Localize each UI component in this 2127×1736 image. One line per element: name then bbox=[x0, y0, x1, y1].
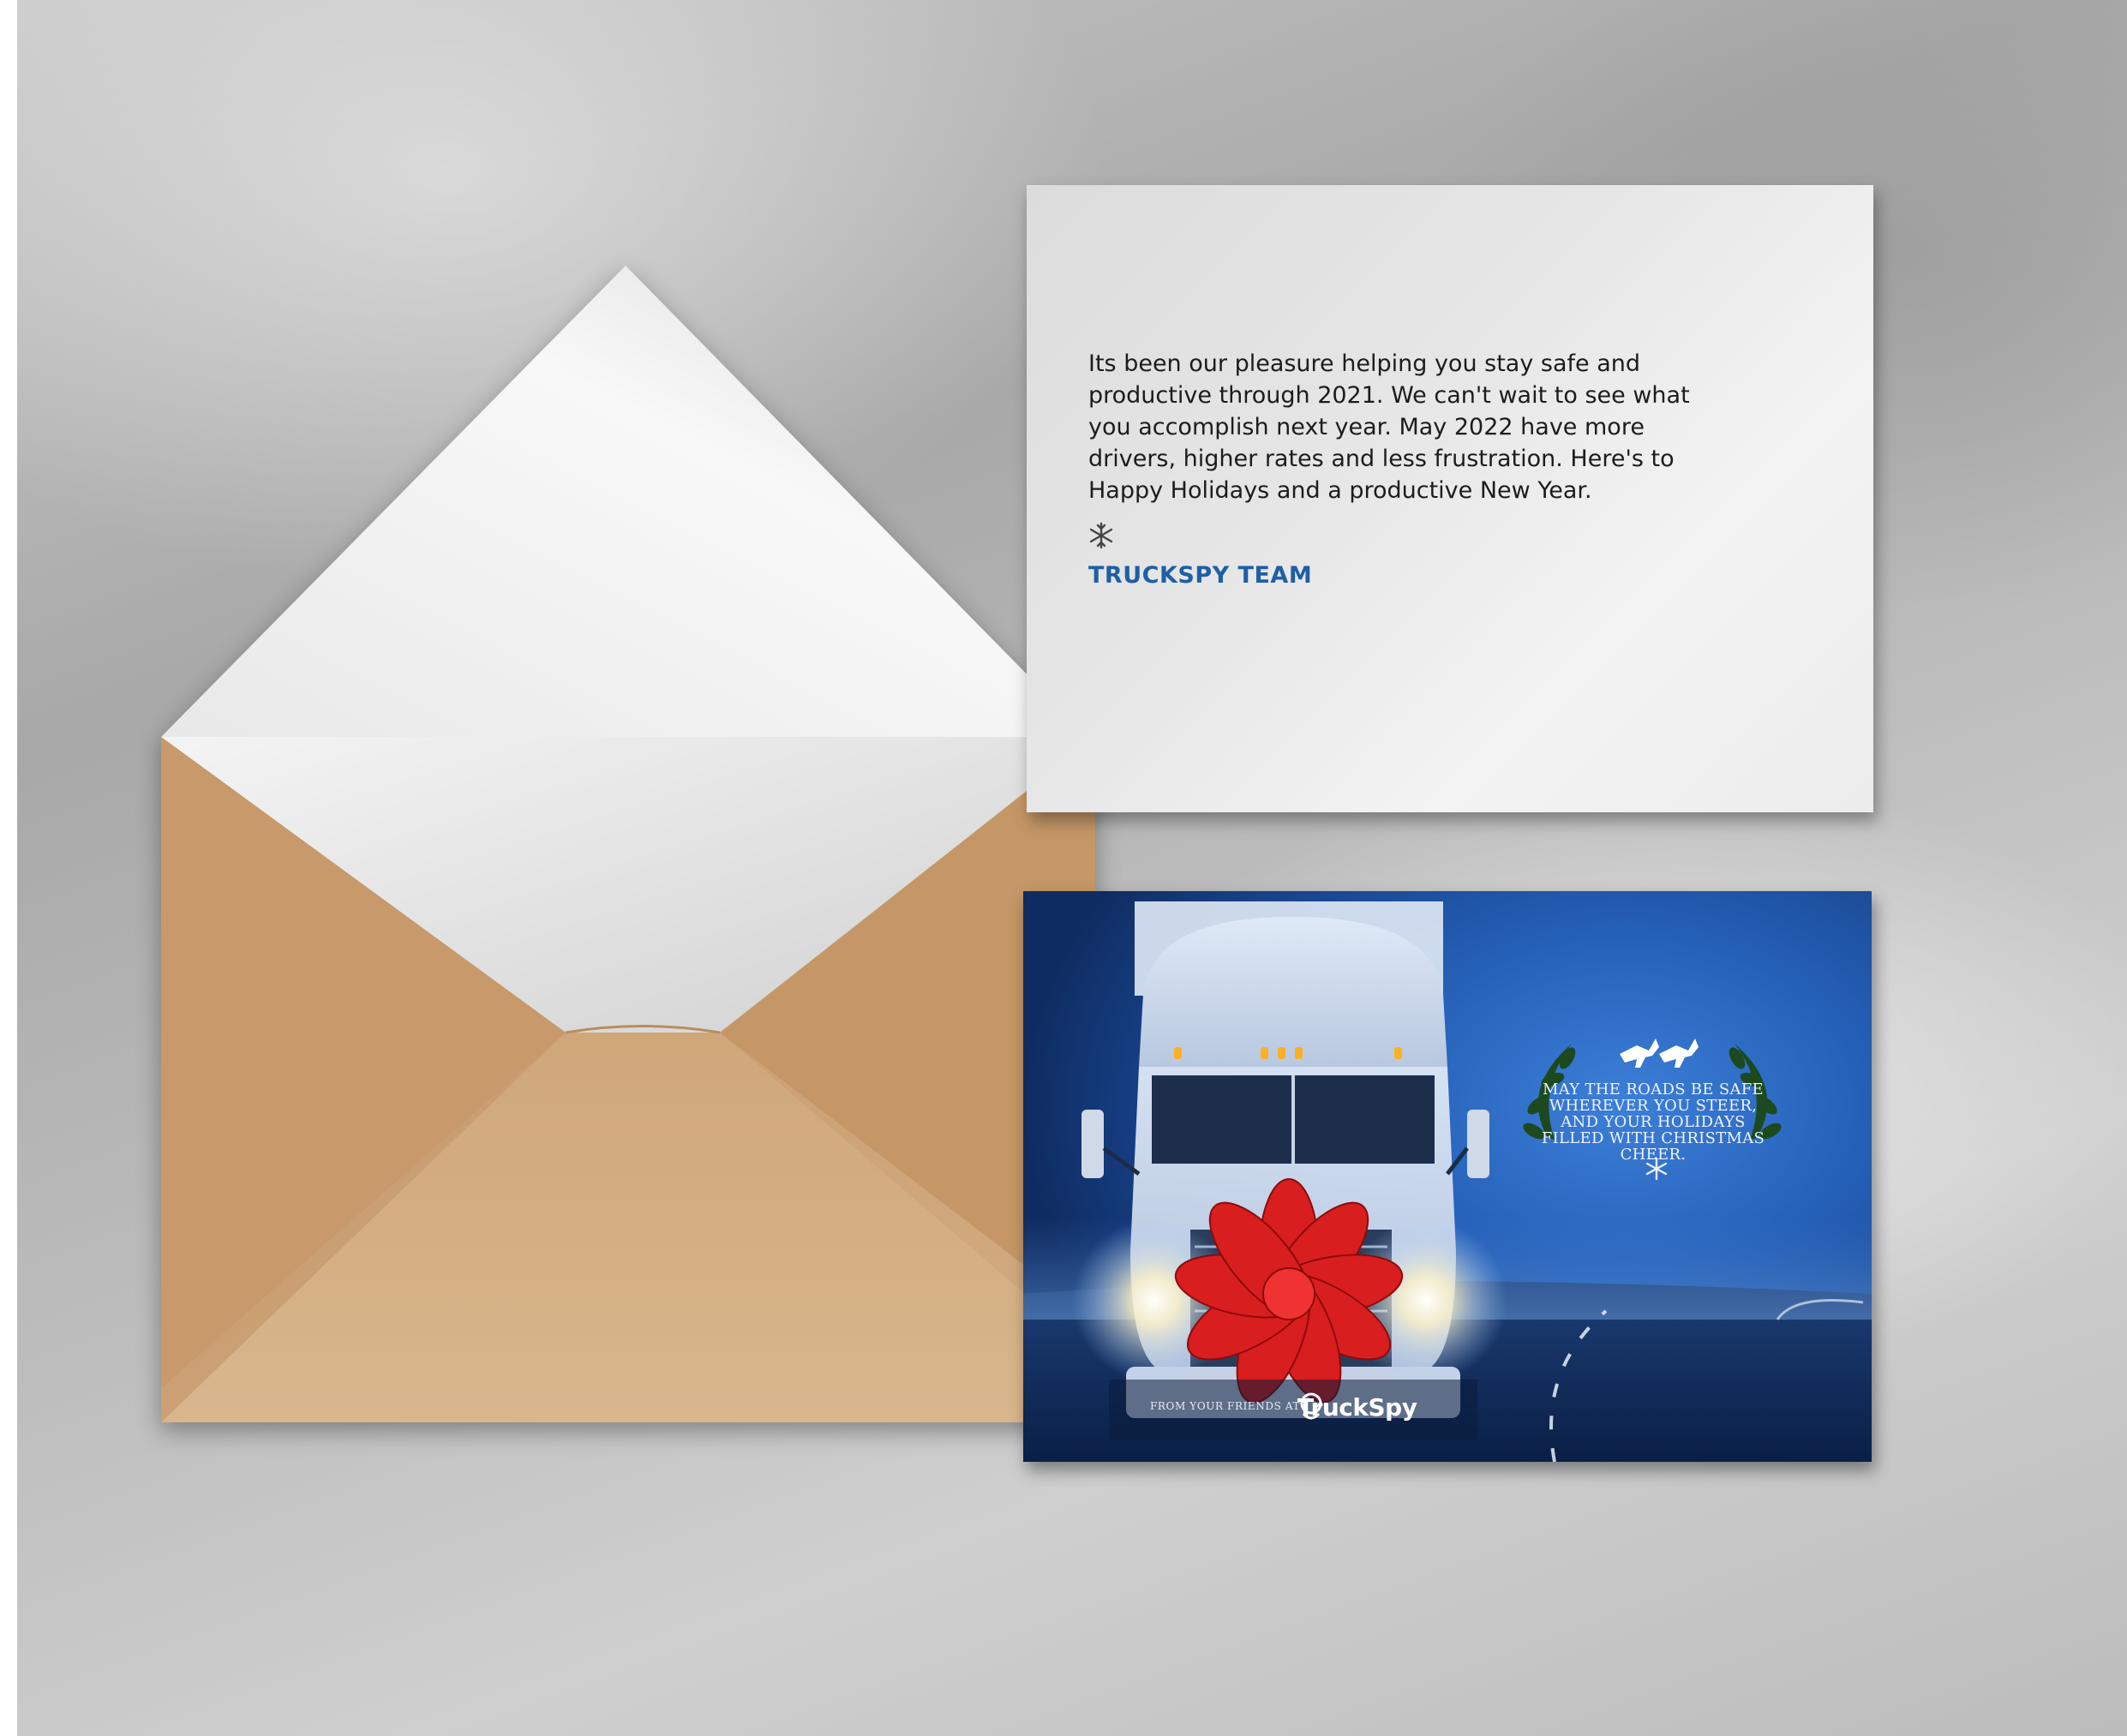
reindeer-icon bbox=[1659, 1039, 1699, 1068]
signature: TRUCKSPY TEAM bbox=[1088, 562, 1313, 589]
photo-card: MAY THE ROADS BE SAFE WHEREVER YOU STEER… bbox=[1023, 891, 1872, 1462]
envelope-flap bbox=[161, 266, 1088, 737]
message-card: Its been our pleasure helping you stay s… bbox=[1027, 185, 1873, 812]
snowflake-icon bbox=[1089, 522, 1113, 549]
brand-name: TruckSpy bbox=[1297, 1392, 1417, 1422]
greeting-text: MAY THE ROADS BE SAFE WHEREVER YOU STEER… bbox=[1541, 1081, 1765, 1164]
brand-logo: TruckSpy bbox=[1297, 1390, 1417, 1424]
message-body: Its been our pleasure helping you stay s… bbox=[1088, 350, 1690, 504]
reindeer-icon bbox=[1620, 1039, 1659, 1068]
scene-background: Its been our pleasure helping you stay s… bbox=[17, 0, 2127, 1736]
from-line: FROM YOUR FRIENDS AT bbox=[1150, 1400, 1301, 1412]
truck-scene bbox=[1023, 901, 1872, 1462]
